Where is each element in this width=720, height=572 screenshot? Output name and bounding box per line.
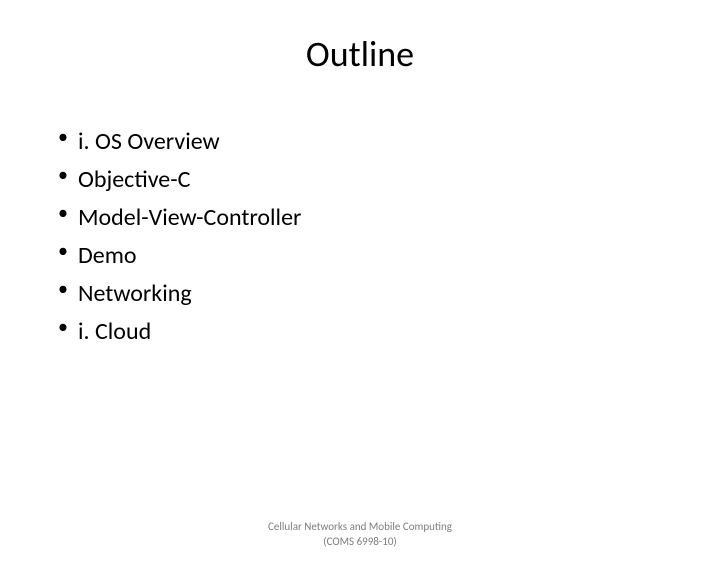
list-item: Objective-C <box>50 162 670 198</box>
list-item: Model-View-Controller <box>50 200 670 236</box>
list-item: Demo <box>50 238 670 274</box>
list-item: i. OS Overview <box>50 124 670 160</box>
footer-line-1: Cellular Networks and Mobile Computing <box>0 520 720 535</box>
list-item: Networking <box>50 276 670 312</box>
slide-title: Outline <box>0 32 720 76</box>
list-item: i. Cloud <box>50 314 670 350</box>
footer-line-2: (COMS 6998-10) <box>0 535 720 550</box>
slide-footer: Cellular Networks and Mobile Computing (… <box>0 520 720 550</box>
outline-list: i. OS Overview Objective-C Model-View-Co… <box>0 124 720 350</box>
